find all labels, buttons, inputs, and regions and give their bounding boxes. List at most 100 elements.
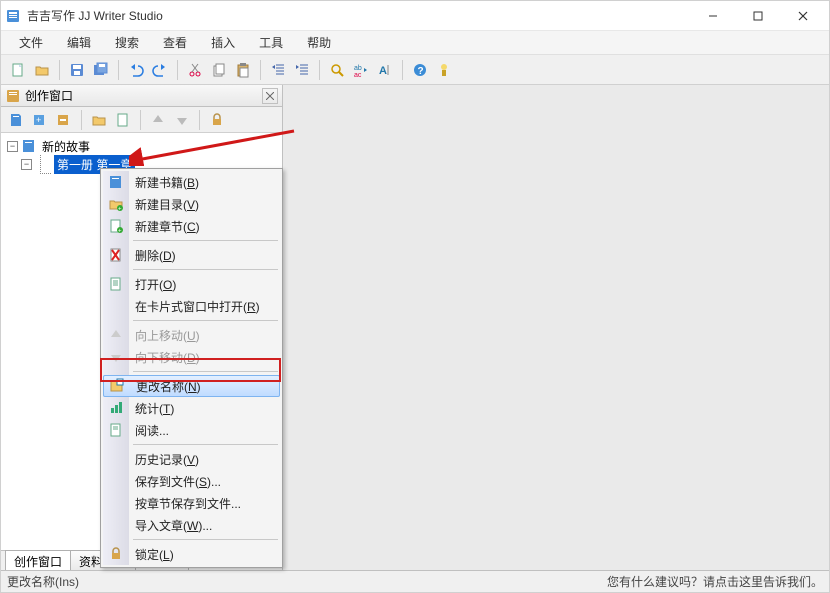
- indent-button[interactable]: [291, 59, 313, 81]
- cm-import[interactable]: 导入文章(W)...: [103, 514, 280, 536]
- toolbar-separator: [260, 60, 261, 80]
- cm-move-up: 向上移动(U): [103, 324, 280, 346]
- help-button[interactable]: ?: [409, 59, 431, 81]
- cm-save-to-file[interactable]: 保存到文件(S)...: [103, 470, 280, 492]
- delete-icon: [108, 247, 124, 263]
- cm-label: 新建书籍(B): [135, 174, 199, 191]
- editor-area: [283, 85, 829, 572]
- new-file-button[interactable]: [7, 59, 29, 81]
- about-button[interactable]: [433, 59, 455, 81]
- blank-icon: [108, 517, 124, 533]
- stats-icon: [108, 400, 124, 416]
- cm-save-by-chapter[interactable]: 按章节保存到文件...: [103, 492, 280, 514]
- app-icon: [5, 8, 21, 24]
- menu-edit[interactable]: 编辑: [57, 32, 101, 53]
- blank-icon: [108, 495, 124, 511]
- cm-label: 新建目录(V): [135, 196, 199, 213]
- tree-expander-icon[interactable]: −: [7, 141, 18, 152]
- cm-label: 在卡片式窗口中打开(R): [135, 298, 260, 315]
- toolbar-separator: [81, 110, 82, 130]
- title-bar: 吉吉写作 JJ Writer Studio: [1, 1, 829, 31]
- close-button[interactable]: [780, 2, 825, 30]
- find-button[interactable]: [326, 59, 348, 81]
- cm-open-card[interactable]: 在卡片式窗口中打开(R): [103, 295, 280, 317]
- panel-icon: [5, 88, 21, 104]
- status-right-link[interactable]: 您有什么建议吗？请点击这里告诉我们。: [607, 573, 823, 590]
- cm-label: 向上移动(U): [135, 327, 200, 344]
- outdent-button[interactable]: [267, 59, 289, 81]
- cm-separator: [133, 371, 278, 372]
- bookmark-button[interactable]: A: [374, 59, 396, 81]
- cm-new-folder[interactable]: + 新建目录(V): [103, 193, 280, 215]
- book-del-icon[interactable]: [53, 109, 75, 131]
- down-arrow-icon: [108, 349, 124, 365]
- blank-icon: [108, 298, 124, 314]
- blank-icon: [108, 451, 124, 467]
- toolbar-separator: [402, 60, 403, 80]
- svg-text:A: A: [379, 65, 387, 77]
- minimize-button[interactable]: [690, 2, 735, 30]
- toolbar-separator: [177, 60, 178, 80]
- svg-text:+: +: [118, 207, 122, 213]
- cm-label: 锁定(L): [135, 546, 174, 563]
- maximize-button[interactable]: [735, 2, 780, 30]
- cm-label: 新建章节(C): [135, 218, 200, 235]
- cm-separator: [133, 539, 278, 540]
- svg-text:ab: ab: [354, 65, 362, 72]
- undo-button[interactable]: [125, 59, 147, 81]
- svg-text:+: +: [118, 229, 122, 235]
- cm-separator: [133, 269, 278, 270]
- paste-button[interactable]: [232, 59, 254, 81]
- find-replace-button[interactable]: abac: [350, 59, 372, 81]
- redo-button[interactable]: [149, 59, 171, 81]
- menu-view[interactable]: 查看: [153, 32, 197, 53]
- read-icon: [108, 422, 124, 438]
- svg-text:ac: ac: [354, 72, 362, 78]
- book-add-icon[interactable]: +: [29, 109, 51, 131]
- tab-creation[interactable]: 创作窗口: [5, 550, 71, 572]
- cm-label: 向下移动(D): [135, 349, 200, 366]
- cm-new-book[interactable]: 新建书籍(B): [103, 171, 280, 193]
- copy-button[interactable]: [208, 59, 230, 81]
- panel-title: 创作窗口: [25, 87, 258, 104]
- cm-open[interactable]: 打开(O): [103, 273, 280, 295]
- tree-root-label: 新的故事: [39, 137, 93, 156]
- cm-label: 保存到文件(S)...: [135, 473, 221, 490]
- cm-history[interactable]: 历史记录(V): [103, 448, 280, 470]
- window-title: 吉吉写作 JJ Writer Studio: [27, 7, 690, 24]
- page-new-icon: +: [108, 218, 124, 234]
- main-toolbar: abac A ?: [1, 55, 829, 85]
- menu-bar: 文件 编辑 搜索 查看 插入 工具 帮助: [1, 31, 829, 55]
- tree-expander-icon[interactable]: −: [21, 159, 32, 170]
- menu-file[interactable]: 文件: [9, 32, 53, 53]
- cm-label: 删除(D): [135, 247, 176, 264]
- cm-read[interactable]: 阅读...: [103, 419, 280, 441]
- lock-icon: [108, 546, 124, 562]
- folder-new-icon: +: [108, 196, 124, 212]
- cm-label: 按章节保存到文件...: [135, 495, 241, 512]
- cm-lock[interactable]: 锁定(L): [103, 543, 280, 565]
- save-all-button[interactable]: [90, 59, 112, 81]
- cut-button[interactable]: [184, 59, 206, 81]
- cm-move-down: 向下移动(D): [103, 346, 280, 368]
- save-button[interactable]: [66, 59, 88, 81]
- svg-text:+: +: [36, 115, 41, 125]
- menu-tools[interactable]: 工具: [249, 32, 293, 53]
- book-blue-icon[interactable]: [5, 109, 27, 131]
- up-arrow-icon: [108, 327, 124, 343]
- folder-icon[interactable]: [88, 109, 110, 131]
- cm-separator: [133, 240, 278, 241]
- cm-stats[interactable]: 统计(T): [103, 397, 280, 419]
- cm-new-chapter[interactable]: + 新建章节(C): [103, 215, 280, 237]
- menu-help[interactable]: 帮助: [297, 32, 341, 53]
- menu-search[interactable]: 搜索: [105, 32, 149, 53]
- cm-delete[interactable]: 删除(D): [103, 244, 280, 266]
- book-blue-icon: [108, 174, 124, 190]
- menu-insert[interactable]: 插入: [201, 32, 245, 53]
- svg-text:?: ?: [418, 66, 424, 77]
- panel-close-button[interactable]: [262, 88, 278, 104]
- toolbar-separator: [319, 60, 320, 80]
- open-file-button[interactable]: [31, 59, 53, 81]
- cm-rename[interactable]: 更改名称(N): [103, 375, 280, 397]
- cm-label: 打开(O): [135, 276, 176, 293]
